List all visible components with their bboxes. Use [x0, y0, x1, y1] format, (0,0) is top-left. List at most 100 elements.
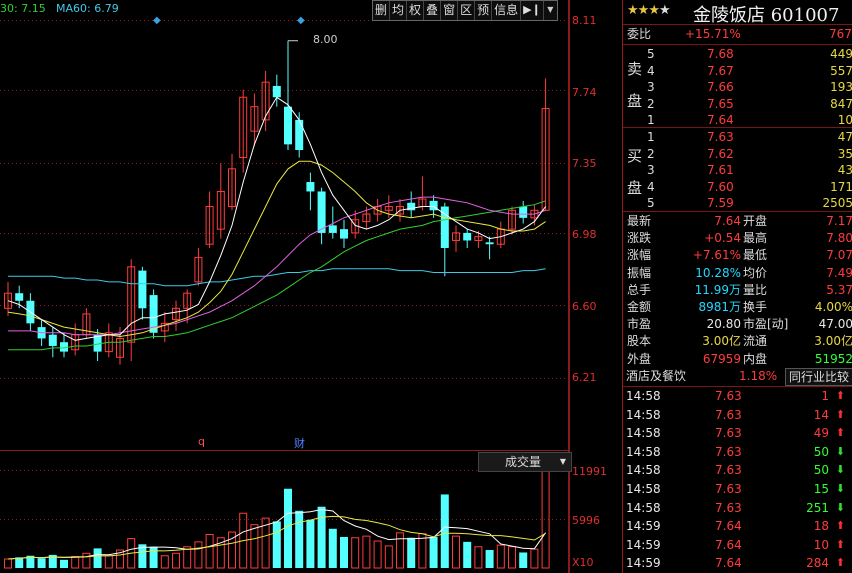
order-price: 7.63: [707, 130, 734, 144]
forecast-button[interactable]: 预: [475, 1, 493, 20]
industry-compare-button[interactable]: 同行业比较: [785, 368, 852, 386]
stat-value: 20.80: [706, 317, 741, 332]
pin-icon[interactable]: ▶❙: [521, 1, 544, 20]
order-price: 7.65: [707, 96, 734, 111]
order-price: 7.68: [707, 47, 734, 61]
volume-bar-down: [407, 537, 416, 568]
candle-body-down: [519, 206, 528, 218]
volume-tick: X10: [572, 556, 594, 569]
volume-bar-up: [452, 535, 460, 569]
ma30-label: 30: 7.15: [0, 2, 46, 15]
candle-body-down: [272, 85, 281, 98]
buy-label-char: 买: [627, 147, 643, 165]
sell-order-row: 5 7.68 449: [623, 45, 852, 63]
stat-value: 7.80: [826, 231, 852, 246]
order-price: 7.60: [707, 179, 734, 194]
info-button[interactable]: 信息: [492, 1, 522, 20]
ma10-line: [7, 160, 546, 338]
arrow-up-icon: ⬆: [835, 389, 845, 402]
stat-value: +7.61%: [692, 248, 741, 263]
stat-label: 换手: [743, 300, 768, 314]
tick-time: 14:59: [626, 519, 661, 534]
tick-price: 7.63: [715, 463, 742, 478]
volume-bar-down: [463, 541, 472, 568]
weibi-label: 委比: [627, 27, 652, 41]
stat-value: 67959: [702, 351, 741, 366]
volume-bar-down: [15, 557, 24, 568]
tick-time: 14:58: [626, 444, 661, 459]
volume-bar-down: [429, 536, 438, 568]
chevron-down-icon[interactable]: ▼: [560, 453, 566, 471]
order-volume: 43: [837, 163, 852, 177]
sell-label-char: 盘: [627, 92, 643, 110]
industry-name[interactable]: 酒店及餐饮: [626, 367, 686, 386]
range-button[interactable]: 区: [458, 1, 476, 20]
volume-bar-down: [149, 546, 158, 568]
tick-row: 14:58 7.63 14: [623, 406, 852, 424]
order-price: 7.61: [707, 163, 734, 177]
stat-value: 3.00亿: [814, 334, 852, 349]
event-diamond-icon[interactable]: ◆: [297, 15, 305, 26]
volume-indicator-select[interactable]: 成交量 ▼: [478, 452, 572, 472]
buy-order-row: 3 7.61 43: [623, 161, 852, 179]
volume-bar-up: [71, 556, 80, 569]
order-level: 1: [647, 130, 655, 144]
arrow-up-icon: ⬆: [835, 537, 845, 551]
stat-label: 流通: [743, 334, 768, 349]
industry-bar: 酒店及餐饮 1.18% 同行业比较: [623, 367, 852, 386]
adjust-rights-button[interactable]: 权: [407, 1, 425, 20]
kline-chart[interactable]: [0, 0, 570, 573]
tick-volume: 284: [806, 556, 829, 571]
order-price: 7.59: [707, 196, 734, 210]
order-level: 3: [647, 163, 655, 177]
volume-bar-up: [172, 552, 180, 569]
finance-marker[interactable]: 财: [294, 435, 305, 451]
quote-title-bar: ★★★★ 金陵饭店 601007: [623, 0, 852, 26]
order-level: 4: [647, 63, 655, 78]
arrow-down-icon: ⬇: [835, 463, 845, 477]
volume-indicator-label: 成交量: [505, 455, 542, 469]
stat-label: 开盘: [743, 214, 768, 228]
arrow-up-icon: ⬆: [835, 407, 845, 421]
window-button[interactable]: 窗: [441, 1, 459, 20]
stat-label: 外盘: [627, 351, 652, 366]
order-volume: 2505: [822, 196, 852, 210]
star-icon: ★: [658, 3, 671, 18]
buy-order-row: 2 7.62 35: [623, 145, 852, 163]
overlay-button[interactable]: 叠: [424, 1, 442, 20]
arrow-up-icon: ⬆: [835, 556, 845, 570]
stat-value: +0.54: [704, 231, 741, 246]
order-volume: 449: [830, 47, 852, 61]
volume-bar-down: [485, 550, 494, 568]
sell-order-row: 4 7.67 557: [623, 62, 852, 80]
chart-toolbar: 删 均 权 叠 窗 区 预 信息 ▶❙ ▼: [372, 0, 558, 21]
delete-button[interactable]: 删: [373, 1, 391, 20]
toolbar-dropdown-icon[interactable]: ▼: [544, 1, 557, 20]
stat-value: 3.00亿: [702, 334, 741, 349]
order-price: 7.66: [707, 80, 734, 94]
volume-tick: 5996: [572, 514, 600, 527]
stat-label: 市盈: [627, 317, 652, 332]
star-icon: ★: [637, 3, 650, 18]
stat-label: 市盈[动]: [743, 317, 789, 332]
tick-row: 14:58 7.63 50: [623, 461, 852, 479]
price-tick: 6.98: [572, 228, 597, 241]
stat-label: 均价: [743, 265, 768, 280]
average-line-button[interactable]: 均: [390, 1, 408, 20]
price-tick: 7.74: [572, 86, 597, 99]
order-volume: 47: [837, 130, 852, 144]
volume-bar-up: [396, 532, 404, 569]
stat-row: 市盈 20.80 市盈[动] 47.00: [623, 315, 852, 333]
q-marker[interactable]: q: [198, 435, 205, 448]
stat-label: 振幅: [627, 265, 652, 280]
kline-chart-area[interactable]: 30: 7.15 MA60: 6.79 删 均 权 叠 窗 区 预 信息 ▶❙ …: [0, 0, 607, 573]
arrow-down-icon: ⬇: [835, 500, 845, 514]
tick-volume: 50: [813, 444, 829, 459]
stat-row: 涨幅 +7.61% 最低 7.07: [623, 246, 852, 264]
tick-time: 14:58: [626, 482, 661, 496]
volume-bar-down: [440, 494, 449, 568]
event-diamond-icon[interactable]: ◆: [153, 15, 161, 26]
stat-value: 7.49: [826, 265, 852, 280]
order-volume: 847: [830, 96, 852, 111]
tick-time: 14:58: [626, 500, 661, 515]
